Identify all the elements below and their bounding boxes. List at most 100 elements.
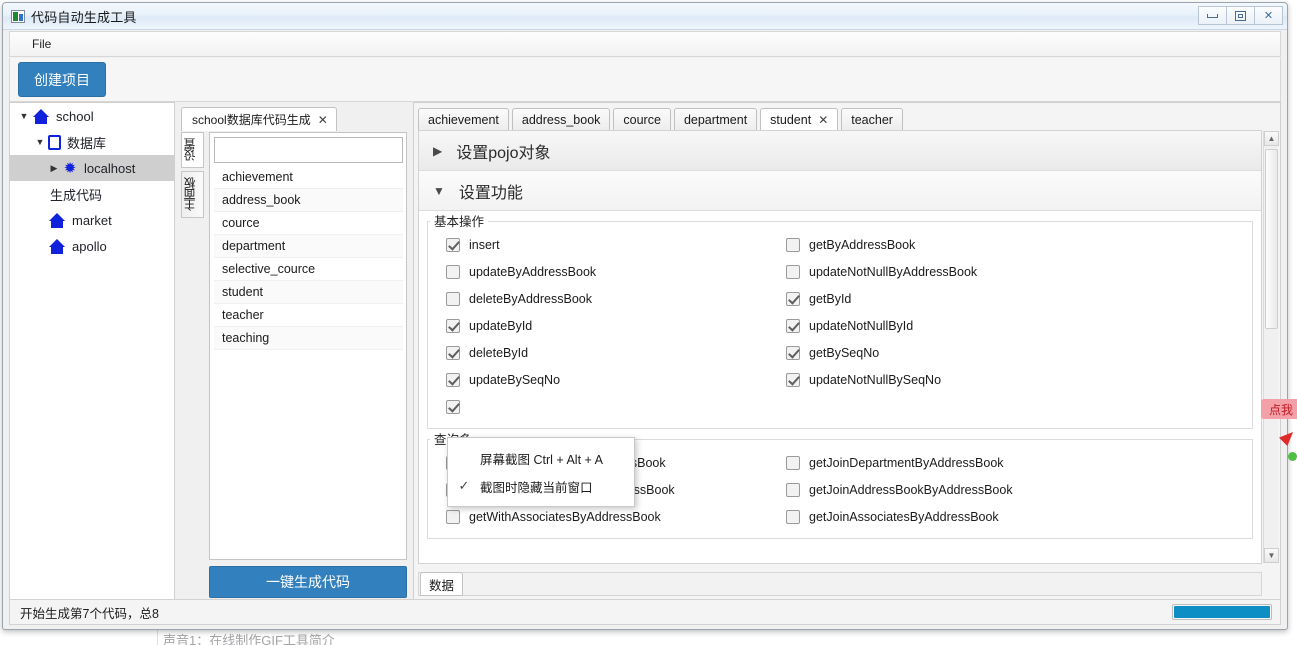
checkbox-row-get-join-associates[interactable]: getJoinAssociatesByAddressBook <box>786 506 1252 528</box>
tree-node-label: 数据库 <box>67 135 107 151</box>
list-item[interactable]: achievement <box>214 166 403 189</box>
checkbox[interactable] <box>786 319 800 333</box>
checkbox-row-update-by-seqno[interactable]: updateBySeqNo <box>446 369 786 391</box>
checkbox-row-get-join-department[interactable]: getJoinDepartmentByAddressBook <box>786 452 1252 474</box>
checkbox[interactable] <box>446 265 460 279</box>
checkbox[interactable] <box>446 510 460 524</box>
checkbox[interactable] <box>786 483 800 497</box>
tree-node-label: 生成代码 <box>50 187 103 203</box>
close-button[interactable]: ✕ <box>1254 6 1283 25</box>
tab-school-code-generation[interactable]: school数据库代码生成 ✕ <box>181 107 337 131</box>
checkbox[interactable] <box>446 319 460 333</box>
checkbox[interactable] <box>446 238 460 252</box>
checkbox-row-delete-by-address-book[interactable]: deleteByAddressBook <box>446 288 786 310</box>
tree-node-school[interactable]: ▼ school <box>10 103 174 129</box>
checkbox-row-delete-by-id[interactable]: deleteById <box>446 342 786 364</box>
maximize-button[interactable] <box>1226 6 1255 25</box>
checkbox[interactable] <box>446 346 460 360</box>
tree-node-label: localhost <box>84 160 136 176</box>
table-filter-input[interactable] <box>214 137 403 163</box>
section-title: 设置pojo对象 <box>456 144 551 162</box>
scroll-down-icon[interactable]: ▼ <box>1264 548 1279 563</box>
bottom-tab-strip <box>418 572 1262 596</box>
menu-item-file[interactable]: File <box>22 34 61 54</box>
checkbox-row-get-by-id[interactable]: getById <box>786 288 1252 310</box>
chevron-down-icon[interactable]: ▼ <box>16 111 32 121</box>
section-title: 设置功能 <box>458 184 523 202</box>
checkbox[interactable] <box>786 346 800 360</box>
table-selection-panel: school数据库代码生成 ✕ 设置 主面板 achievement addre… <box>179 102 411 600</box>
main-panel-scrollbar[interactable]: ▲ ▼ <box>1263 131 1279 563</box>
checkbox[interactable] <box>446 373 460 387</box>
chevron-right-icon[interactable]: ▶ <box>46 163 62 174</box>
side-tab-settings[interactable]: 设置 <box>181 132 204 168</box>
chevron-down-icon[interactable]: ▼ <box>32 137 48 147</box>
tab-label: achievement <box>428 112 499 127</box>
checkbox-label: updateBySeqNo <box>469 373 561 387</box>
checkbox-row-update-notnull-by-seqno[interactable]: updateNotNullBySeqNo <box>786 369 1252 391</box>
tab-teacher[interactable]: teacher <box>841 108 903 131</box>
list-item[interactable]: teaching <box>214 327 403 350</box>
green-dot-icon[interactable] <box>1288 452 1297 461</box>
close-icon[interactable]: ✕ <box>818 113 828 127</box>
checkbox[interactable] <box>786 510 800 524</box>
checkbox-row-update-notnull-by-id[interactable]: updateNotNullById <box>786 315 1252 337</box>
minimize-button[interactable] <box>1198 6 1227 25</box>
checkbox-row-get-with-associates[interactable]: getWithAssociatesByAddressBook <box>446 506 786 528</box>
mid-tab-row: school数据库代码生成 ✕ <box>181 107 337 131</box>
table-list-box: achievement address_book cource departme… <box>209 132 407 560</box>
checkbox[interactable] <box>786 265 800 279</box>
menu-item-screenshot[interactable]: 屏幕截图 Ctrl + Alt + A <box>448 444 634 472</box>
checkbox-row-get-by-address-book[interactable]: getByAddressBook <box>786 234 1252 256</box>
checkbox-row-get-by-seqno[interactable]: getBySeqNo <box>786 342 1252 364</box>
checkbox-row-insert[interactable]: insert <box>446 234 786 256</box>
section-header-pojo[interactable]: ▶ 设置pojo对象 <box>419 131 1261 171</box>
generate-all-code-button[interactable]: 一键生成代码 <box>209 566 407 598</box>
status-message: 开始生成第7个代码，总8 <box>20 606 159 621</box>
tree-node-market[interactable]: market <box>10 207 174 233</box>
tab-achievement[interactable]: achievement <box>418 108 509 131</box>
checkbox[interactable] <box>786 456 800 470</box>
list-item[interactable]: address_book <box>214 189 403 212</box>
checkbox-row-update-by-address-book[interactable]: updateByAddressBook <box>446 261 786 283</box>
list-item[interactable]: teacher <box>214 304 403 327</box>
list-item[interactable]: selective_cource <box>214 258 403 281</box>
tree-node-database[interactable]: ▼ 数据库 <box>10 129 174 155</box>
checkbox-row-update-by-id[interactable]: updateById <box>446 315 786 337</box>
tab-department[interactable]: department <box>673 108 758 131</box>
checkbox-row-hidden-right[interactable] <box>786 396 1252 418</box>
tab-address-book[interactable]: address_book <box>511 108 611 131</box>
checkbox-row-hidden-left[interactable] <box>446 396 786 418</box>
tree-node-localhost[interactable]: ▶ ✹ localhost <box>10 155 174 181</box>
section-header-functions[interactable]: ▼ 设置功能 <box>419 171 1261 211</box>
checkbox[interactable] <box>446 292 460 306</box>
list-item[interactable]: cource <box>214 212 403 235</box>
list-item[interactable]: department <box>214 235 403 258</box>
application-window: 代码自动生成工具 ✕ File 创建项目 ▼ school ▼ 数据库 ▶ ✹ … <box>2 2 1288 630</box>
checkbox-row-get-join-address-book[interactable]: getJoinAddressBookByAddressBook <box>786 479 1252 501</box>
tab-label: address_book <box>521 112 601 127</box>
tab-data[interactable]: 数据 <box>420 572 464 596</box>
floating-badge[interactable]: 点我 <box>1260 399 1297 419</box>
checkbox-label: deleteByAddressBook <box>469 292 592 306</box>
tree-node-label: apollo <box>72 238 107 254</box>
scrollbar-thumb[interactable] <box>1265 149 1278 329</box>
checkbox[interactable] <box>786 238 800 252</box>
home-icon <box>32 108 50 124</box>
close-icon[interactable]: ✕ <box>318 113 328 127</box>
checkbox[interactable] <box>786 292 800 306</box>
side-tab-main-panel[interactable]: 主面板 <box>181 171 204 218</box>
checkbox-row-update-notnull-by-address-book[interactable]: updateNotNullByAddressBook <box>786 261 1252 283</box>
list-item[interactable]: student <box>214 281 403 304</box>
chevron-right-icon[interactable]: ▶ <box>433 144 442 158</box>
checkbox[interactable] <box>446 400 460 414</box>
menu-item-hide-window-on-capture[interactable]: ✓ 截图时隐藏当前窗口 <box>448 472 634 500</box>
tab-student[interactable]: student ✕ <box>760 108 839 131</box>
scroll-up-icon[interactable]: ▲ <box>1264 131 1279 146</box>
chevron-down-icon[interactable]: ▼ <box>433 184 445 198</box>
tree-node-apollo[interactable]: apollo <box>10 233 174 259</box>
tab-cource[interactable]: cource <box>613 108 671 131</box>
tree-node-generate-code[interactable]: 生成代码 <box>10 181 174 207</box>
checkbox[interactable] <box>786 373 800 387</box>
create-project-button[interactable]: 创建项目 <box>18 62 106 97</box>
